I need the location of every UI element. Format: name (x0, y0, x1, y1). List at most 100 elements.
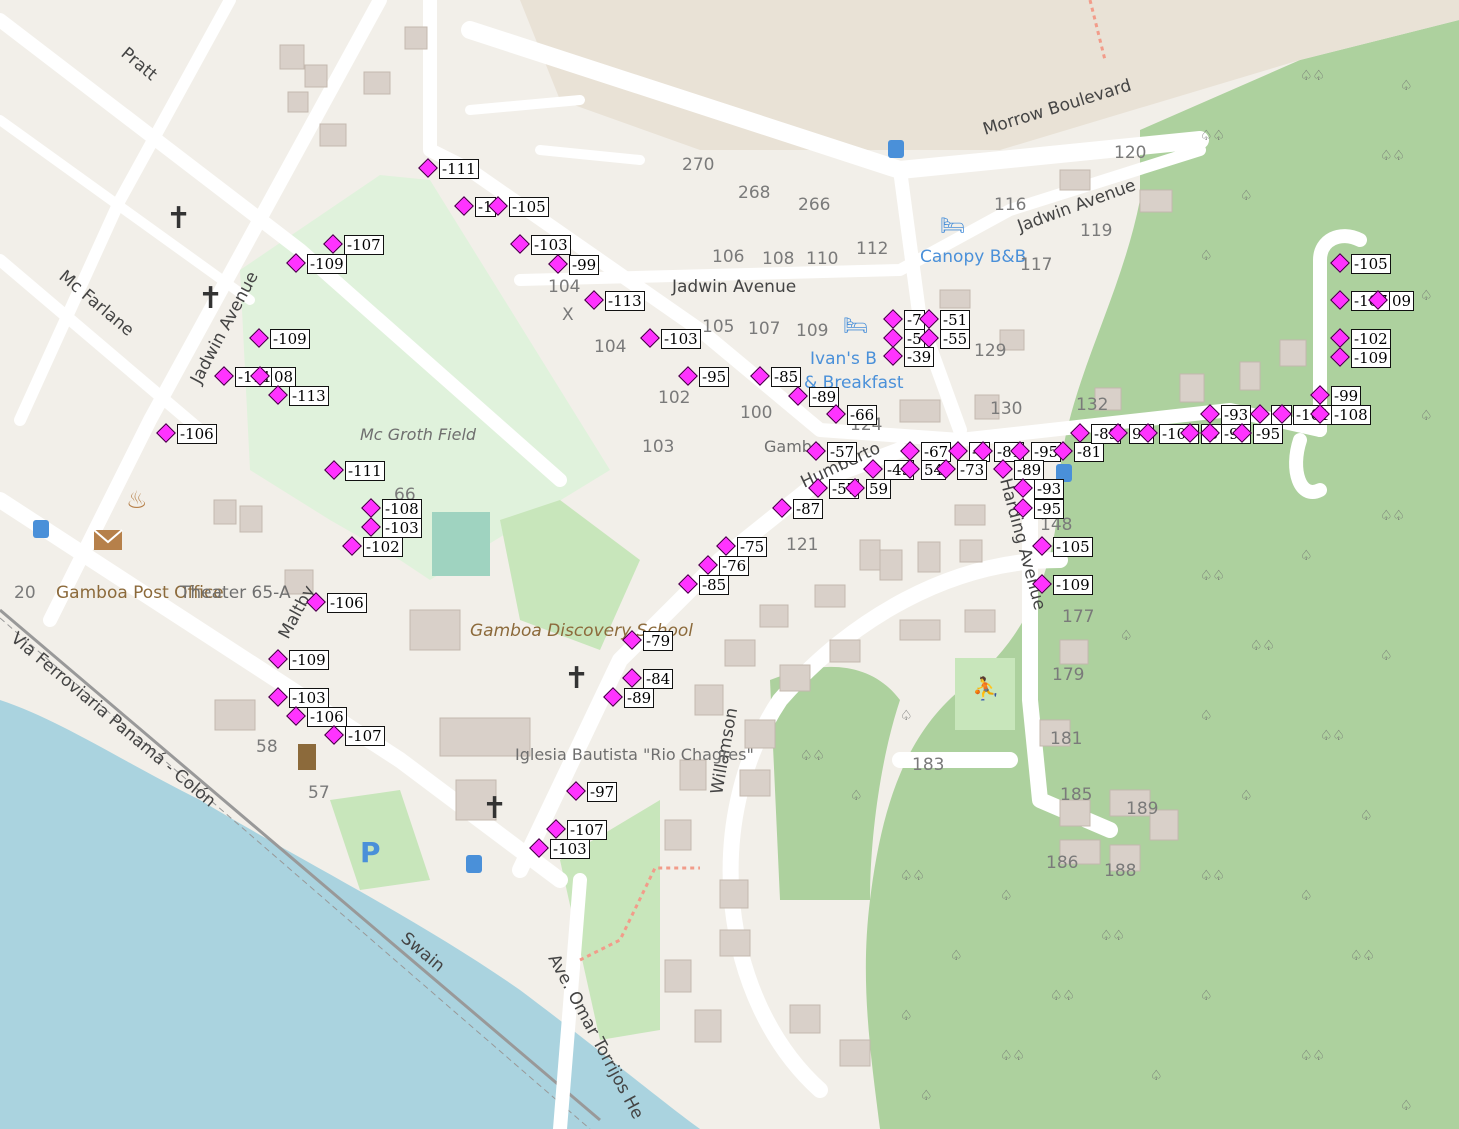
svg-text:♤: ♤ (1420, 288, 1433, 304)
house-number: 102 (658, 388, 690, 408)
svg-text:♤: ♤ (1240, 188, 1253, 204)
svg-text:✝: ✝ (198, 281, 223, 316)
house-number: 129 (974, 341, 1006, 361)
street-label-pratt: Pratt (117, 44, 161, 86)
svg-text:♤♤: ♤♤ (900, 868, 925, 884)
signal-value-label: -57 (827, 442, 858, 462)
svg-text:♤♤: ♤♤ (1320, 728, 1345, 744)
signal-value-label: -109 (289, 650, 329, 670)
svg-text:♤: ♤ (1300, 548, 1313, 564)
svg-text:♤♤: ♤♤ (1300, 68, 1325, 84)
signal-value-label: -106 (327, 593, 367, 613)
house-number: 186 (1046, 853, 1078, 873)
house-number: 177 (1062, 607, 1094, 627)
house-number: 181 (1050, 729, 1082, 749)
poi-label-ivans: Ivan's B (810, 349, 877, 369)
svg-text:♤♤: ♤♤ (1200, 568, 1225, 584)
signal-value-label: -95 (1253, 424, 1284, 444)
svg-text:♤: ♤ (900, 708, 913, 724)
svg-text:♤: ♤ (1420, 408, 1433, 424)
police-icon (298, 744, 316, 770)
svg-text:♤♤: ♤♤ (1200, 128, 1225, 144)
signal-value-label: -93 (1221, 405, 1252, 425)
svg-text:✝: ✝ (564, 661, 589, 696)
signal-value-label: -108 (382, 499, 422, 519)
svg-text:♤♤: ♤♤ (1380, 508, 1405, 524)
signal-value-label: -85 (699, 575, 730, 595)
signal-value-label: -102 (363, 537, 403, 557)
house-number: 188 (1104, 861, 1136, 881)
bus-stop-icon-1 (33, 520, 49, 538)
signal-value-label: -39 (904, 347, 935, 367)
house-number: 109 (796, 321, 828, 341)
svg-text:✝: ✝ (482, 791, 507, 826)
signal-value-label: -109 (307, 254, 347, 274)
signal-value-label: -106 (177, 424, 217, 444)
church-icon-3: ✝ (564, 661, 589, 696)
svg-text:♤: ♤ (1200, 708, 1213, 724)
church-icon-4: ✝ (482, 791, 507, 826)
signal-value-label: -84 (643, 669, 674, 689)
house-number: 58 (256, 737, 278, 757)
signal-value-label: -51 (940, 310, 971, 330)
signal-value-label: -108 (1331, 405, 1371, 425)
signal-value-label: -95 (699, 367, 730, 387)
map-view[interactable]: ♤♤ ♤♤ ♤ ♤ ♤♤ ♤ ♤ ♤ ♤♤ ♤ ♤♤ ♤ ♤♤ ♤ ♤ ♤♤ ♤ ♤ ♤♤ ♤ ♤♤ ♤ ♤♤… (0, 0, 1459, 1129)
signal-value-label: -75 (737, 537, 768, 557)
signal-value-label: -99 (569, 255, 600, 275)
signal-value-label: -81 (1074, 442, 1105, 462)
signal-value-label: -99 (1331, 386, 1362, 406)
svg-text:♤: ♤ (1300, 888, 1313, 904)
poi-label-canopy: Canopy B&B (920, 247, 1026, 267)
svg-text:♤: ♤ (900, 1008, 913, 1024)
house-number: 189 (1126, 799, 1158, 819)
svg-text:♨: ♨ (126, 486, 148, 514)
house-number: 57 (308, 783, 330, 803)
svg-text:🛏: 🛏 (843, 313, 868, 337)
fire-station-icon: ♨ (126, 486, 148, 514)
poi-label-mcgroth: Mc Groth Field (360, 425, 477, 444)
signal-value-label: -107 (567, 820, 607, 840)
signal-value-label: -106 (307, 707, 347, 727)
signal-value-label: -105 (1351, 254, 1391, 274)
signal-value-label: 09 (1389, 291, 1415, 311)
poi-label-iglesia: Iglesia Bautista "Rio Chagres" (515, 745, 754, 764)
signal-value-label: -95 (1034, 499, 1065, 519)
svg-text:♤: ♤ (920, 1088, 933, 1104)
signal-value-label: -55 (940, 329, 971, 349)
svg-text:♤♤: ♤♤ (1380, 148, 1405, 164)
house-number: 185 (1060, 785, 1092, 805)
signal-value-label: -105 (1053, 537, 1093, 557)
hotel-icon-2: 🛏 (843, 313, 868, 337)
house-number: 105 (702, 317, 734, 337)
signal-value-label: -109 (270, 329, 310, 349)
post-office-icon (93, 529, 123, 550)
signal-value-label: 59 (866, 479, 892, 499)
signal-value-label: -113 (289, 386, 329, 406)
house-number: 100 (740, 403, 772, 423)
signal-value-label: -109 (1053, 575, 1093, 595)
house-number: 268 (738, 183, 770, 203)
house-number: 183 (912, 755, 944, 775)
church-icon-2: ✝ (198, 281, 223, 316)
svg-text:♤: ♤ (1400, 1098, 1413, 1114)
svg-text:♤: ♤ (1200, 988, 1213, 1004)
svg-text:♤: ♤ (1200, 248, 1213, 264)
signal-value-label: -66 (847, 405, 878, 425)
signal-value-label: -89 (1014, 460, 1045, 480)
svg-text:♤: ♤ (1240, 788, 1253, 804)
poi-label-theater: Theater 65-A (179, 583, 291, 603)
church-icon-1: ✝ (166, 201, 191, 236)
signal-value-label: -103 (382, 518, 422, 538)
house-number: 119 (1080, 221, 1112, 241)
house-number: 107 (748, 319, 780, 339)
signal-value-label: -103 (661, 329, 701, 349)
svg-text:♤♤: ♤♤ (1300, 1048, 1325, 1064)
house-number: 132 (1076, 395, 1108, 415)
house-number: 108 (762, 249, 794, 269)
house-number: 103 (642, 437, 674, 457)
signal-value-label: -103 (289, 688, 329, 708)
signal-value-label: -103 (550, 839, 590, 859)
house-number: 112 (856, 239, 888, 259)
signal-value-label: -109 (1351, 348, 1391, 368)
